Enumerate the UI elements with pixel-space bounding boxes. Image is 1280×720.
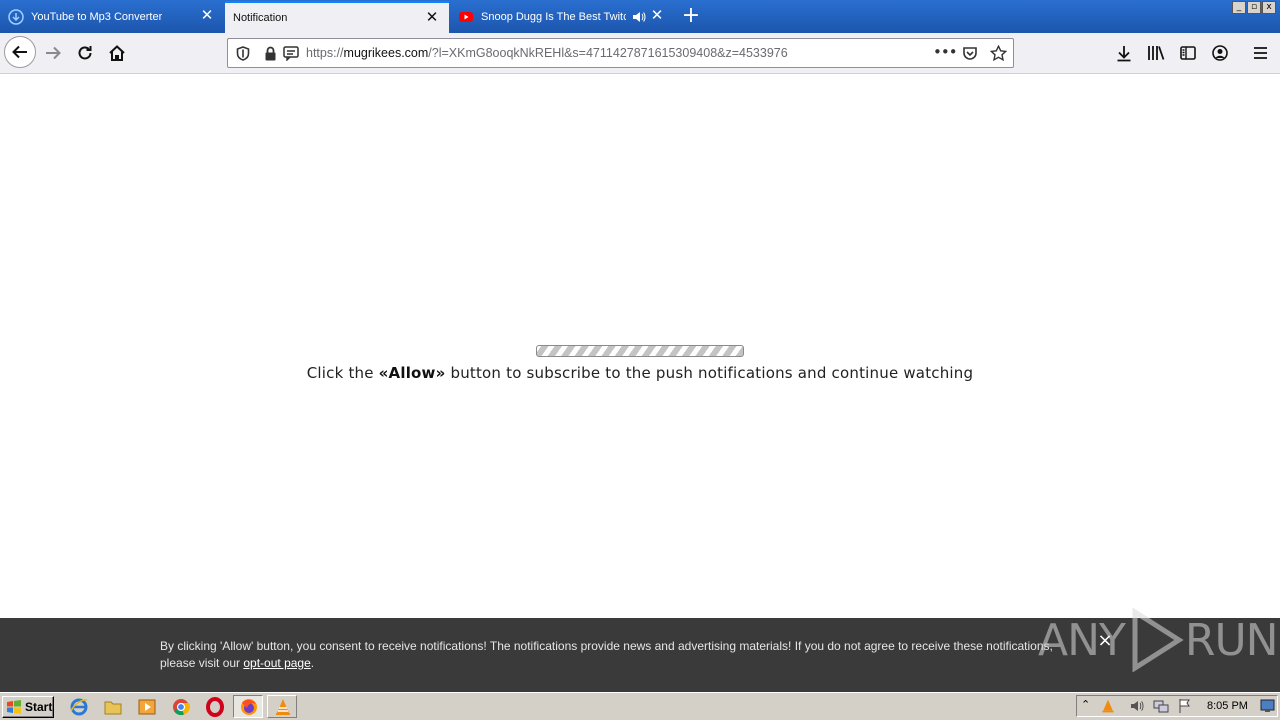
restore-button[interactable]: ▫ <box>1247 1 1261 14</box>
reload-icon <box>78 46 92 60</box>
back-arrow-icon <box>12 45 27 59</box>
consent-text: By clicking 'Allow' button, you consent … <box>160 639 1053 670</box>
address-bar[interactable]: https://mugrikees.com/?l=XKmG8ooqkNkREHl… <box>227 38 1014 68</box>
volume-icon[interactable] <box>1129 698 1145 714</box>
lock-icon[interactable] <box>264 46 277 61</box>
close-window-button[interactable]: x <box>1262 1 1276 14</box>
forward-button[interactable] <box>38 38 68 68</box>
start-label: Start <box>25 700 53 714</box>
media-player-icon[interactable] <box>137 697 157 717</box>
vlc-icon <box>276 699 290 715</box>
chrome-icon[interactable] <box>171 697 191 717</box>
tab-notification[interactable]: Notification ✕ <box>225 1 449 33</box>
show-desktop-icon[interactable] <box>1260 699 1275 713</box>
vlc-task[interactable] <box>267 695 297 718</box>
notification-permission-icon[interactable] <box>283 46 299 61</box>
minimize-button[interactable]: _ <box>1232 1 1246 14</box>
tab-snoop-dugg[interactable]: Snoop Dugg Is The Best Twitch ✕ <box>450 1 674 33</box>
taskbar: Start ⌃ 8:05 PM <box>0 692 1280 720</box>
allow-instruction-text: Click the «Allow» button to subscribe to… <box>306 364 974 382</box>
pocket-icon[interactable] <box>962 45 978 61</box>
download-cloud-icon <box>8 9 24 25</box>
tab-label: Snoop Dugg Is The Best Twitch <box>481 11 626 23</box>
firefox-icon <box>241 699 257 715</box>
home-button[interactable] <box>102 38 132 68</box>
home-icon <box>109 45 125 61</box>
tab-youtube-mp3[interactable]: YouTube to Mp3 Converter ✕ <box>0 1 224 33</box>
reload-button[interactable] <box>70 38 100 68</box>
firefox-task[interactable] <box>233 695 263 718</box>
page-content: Click the «Allow» button to subscribe to… <box>0 74 1280 618</box>
bookmark-star-icon[interactable] <box>990 45 1007 61</box>
url-text: https://mugrikees.com/?l=XKmG8ooqkNkREHl… <box>306 46 788 60</box>
menu-icon[interactable] <box>1253 46 1268 60</box>
library-icon[interactable] <box>1147 45 1165 61</box>
opt-out-link[interactable]: opt-out page <box>243 656 310 670</box>
loading-progress-bar <box>536 345 744 357</box>
internet-explorer-icon[interactable] <box>69 697 89 717</box>
notification-consent-bar: By clicking 'Allow' button, you consent … <box>0 608 1280 692</box>
action-center-flag-icon[interactable] <box>1177 698 1193 714</box>
vlc-tray-icon[interactable] <box>1100 698 1116 714</box>
start-button[interactable]: Start <box>2 696 54 718</box>
forward-arrow-icon <box>46 46 61 60</box>
downloads-icon[interactable] <box>1116 45 1132 62</box>
back-button[interactable] <box>4 36 36 68</box>
close-tab-icon[interactable]: ✕ <box>425 10 439 25</box>
tab-label: YouTube to Mp3 Converter <box>31 11 163 23</box>
speaker-icon[interactable] <box>632 10 646 24</box>
opera-icon[interactable] <box>205 697 225 717</box>
play-logo-icon <box>1132 608 1184 672</box>
window-controls: _ ▫ x <box>1232 1 1276 14</box>
tab-strip: YouTube to Mp3 Converter ✕ Notification … <box>0 0 1280 33</box>
close-tab-icon[interactable]: ✕ <box>650 8 664 23</box>
show-hidden-icons-button[interactable]: ⌃ <box>1081 698 1090 711</box>
page-actions-icon[interactable]: ••• <box>933 43 958 61</box>
tab-label: Notification <box>233 12 288 24</box>
account-icon[interactable] <box>1212 45 1228 61</box>
system-tray: ⌃ 8:05 PM <box>1076 695 1278 717</box>
shield-icon[interactable] <box>236 46 250 61</box>
anyrun-watermark: ANY RUN <box>1038 608 1279 672</box>
network-icon[interactable] <box>1153 698 1169 714</box>
sidebar-icon[interactable] <box>1180 45 1196 61</box>
navigation-toolbar: https://mugrikees.com/?l=XKmG8ooqkNkREHl… <box>0 33 1280 74</box>
new-tab-button[interactable]: + <box>680 5 702 28</box>
close-notice-button[interactable]: × <box>1097 632 1113 650</box>
clock[interactable]: 8:05 PM <box>1207 700 1248 712</box>
youtube-icon <box>459 12 473 22</box>
windows-logo-icon <box>7 700 21 714</box>
file-explorer-icon[interactable] <box>103 697 123 717</box>
close-tab-icon[interactable]: ✕ <box>200 8 214 23</box>
